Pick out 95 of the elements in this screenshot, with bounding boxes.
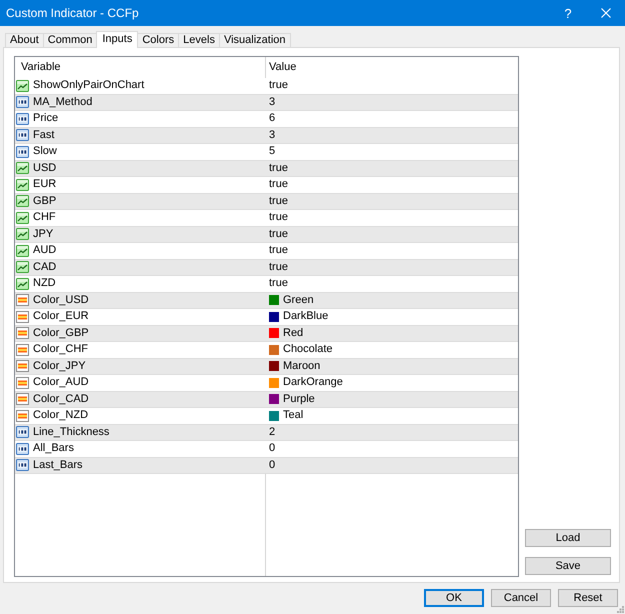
variable-value[interactable]: Maroon (283, 358, 320, 374)
line-chart-icon (16, 162, 29, 174)
variable-name: Line_Thickness (33, 424, 110, 440)
variable-name: Color_GBP (33, 326, 89, 341)
line-chart-icon (16, 228, 29, 240)
variable-name: Color_CHF (33, 342, 88, 358)
line-chart-icon (16, 212, 29, 224)
variable-value[interactable]: 2 (269, 424, 276, 440)
table-row[interactable]: Color_CAD Purple (15, 392, 518, 408)
variable-value[interactable]: 6 (269, 111, 276, 126)
variable-name: All_Bars (33, 441, 74, 456)
variable-value[interactable]: 5 (269, 144, 276, 160)
save-button[interactable]: Save (525, 557, 611, 575)
variable-value[interactable]: 0 (269, 441, 276, 456)
variable-name: GBP (33, 194, 56, 209)
table-row[interactable]: Slow 5 (15, 144, 518, 160)
variable-value[interactable]: DarkBlue (283, 309, 328, 324)
table-row[interactable]: AUD true (15, 243, 518, 260)
line-chart-icon (16, 178, 29, 191)
variable-name: Color_CAD (33, 392, 89, 407)
table-row[interactable]: Color_CHF Chocolate (15, 342, 518, 358)
tab[interactable]: Inputs (96, 31, 138, 48)
table-row[interactable]: CAD true (15, 260, 518, 276)
variable-name: Last_Bars (33, 458, 83, 473)
variable-value[interactable]: true (269, 276, 288, 292)
variable-value[interactable]: DarkOrange (283, 375, 343, 390)
table-row[interactable]: All_Bars 0 (15, 441, 518, 458)
variable-value[interactable]: true (269, 177, 288, 192)
variable-name: Fast (33, 128, 54, 143)
variable-value[interactable]: Chocolate (283, 342, 333, 358)
table-row[interactable]: Last_Bars 0 (15, 458, 518, 474)
reset-button[interactable]: Reset (558, 589, 618, 607)
variable-name: Color_USD (33, 292, 89, 308)
table-row[interactable]: JPY true (15, 226, 518, 243)
variable-value[interactable]: 3 (269, 94, 276, 110)
variable-name: CHF (33, 210, 56, 226)
table-row[interactable]: Fast 3 (15, 128, 518, 144)
variable-name: NZD (33, 276, 56, 292)
table-row[interactable]: Color_JPY Maroon (15, 358, 518, 375)
table-row[interactable]: Color_GBP Red (15, 326, 518, 342)
variable-value[interactable]: true (269, 226, 288, 242)
variable-name: JPY (33, 226, 54, 242)
variable-value[interactable]: true (269, 210, 288, 226)
variable-value[interactable]: true (269, 260, 288, 275)
variable-value[interactable]: true (269, 78, 288, 94)
table-row[interactable]: NZD true (15, 276, 518, 292)
line-chart-icon (16, 278, 29, 290)
tab[interactable]: Visualization (218, 33, 290, 47)
variable-value[interactable]: 3 (269, 128, 276, 143)
variable-name: USD (33, 160, 56, 176)
line-chart-icon (16, 244, 29, 257)
variable-value[interactable]: Red (283, 326, 304, 341)
ok-button[interactable]: OK (424, 589, 484, 607)
variable-name: Color_NZD (33, 408, 88, 424)
variable-value[interactable]: Purple (283, 392, 315, 407)
column-header: Variable (20, 60, 62, 75)
variable-name: EUR (33, 177, 56, 192)
variable-name: Color_EUR (33, 309, 89, 324)
load-button[interactable]: Load (525, 529, 611, 547)
variable-value[interactable]: 0 (269, 458, 276, 473)
table-row[interactable]: Color_USD Green (15, 292, 518, 309)
variable-name: Color_AUD (33, 375, 89, 390)
cancel-button[interactable]: Cancel (491, 589, 551, 607)
table-row[interactable]: MA_Method 3 (15, 94, 518, 111)
variable-name: ShowOnlyPairOnChart (33, 78, 144, 94)
table-row[interactable]: Line_Thickness 2 (15, 424, 518, 441)
line-chart-icon (16, 80, 29, 92)
variable-value[interactable]: true (269, 243, 288, 258)
table-row[interactable]: EUR true (15, 177, 518, 194)
table-row[interactable]: GBP true (15, 194, 518, 210)
window-title: Custom Indicator - CCFp (6, 6, 140, 20)
variable-value[interactable]: true (269, 160, 288, 176)
variable-name: AUD (33, 243, 56, 258)
resize-grip-icon[interactable] (617, 606, 624, 613)
help-button[interactable]: ? (550, 0, 586, 26)
table-row[interactable]: Color_NZD Teal (15, 408, 518, 424)
variable-name: MA_Method (33, 94, 92, 110)
table-row[interactable]: Color_EUR DarkBlue (15, 309, 518, 326)
variable-name: Slow (33, 144, 57, 160)
close-icon (600, 8, 610, 18)
table-row[interactable]: ShowOnlyPairOnChart true (15, 78, 518, 94)
line-chart-icon (16, 261, 29, 274)
table-row[interactable]: Price 6 (15, 111, 518, 128)
line-chart-icon (16, 195, 29, 208)
variable-value[interactable]: Teal (283, 408, 304, 424)
column-header: Value (268, 60, 296, 75)
variable-value[interactable]: Green (283, 292, 314, 308)
variable-name: Price (33, 111, 58, 126)
variable-name: Color_JPY (33, 358, 86, 374)
tab[interactable]: About (5, 33, 44, 47)
variable-name: CAD (33, 260, 56, 275)
table-row[interactable]: USD true (15, 160, 518, 177)
table-row[interactable]: CHF true (15, 210, 518, 226)
table-row[interactable]: Color_AUD DarkOrange (15, 375, 518, 392)
variable-value[interactable]: true (269, 194, 288, 209)
